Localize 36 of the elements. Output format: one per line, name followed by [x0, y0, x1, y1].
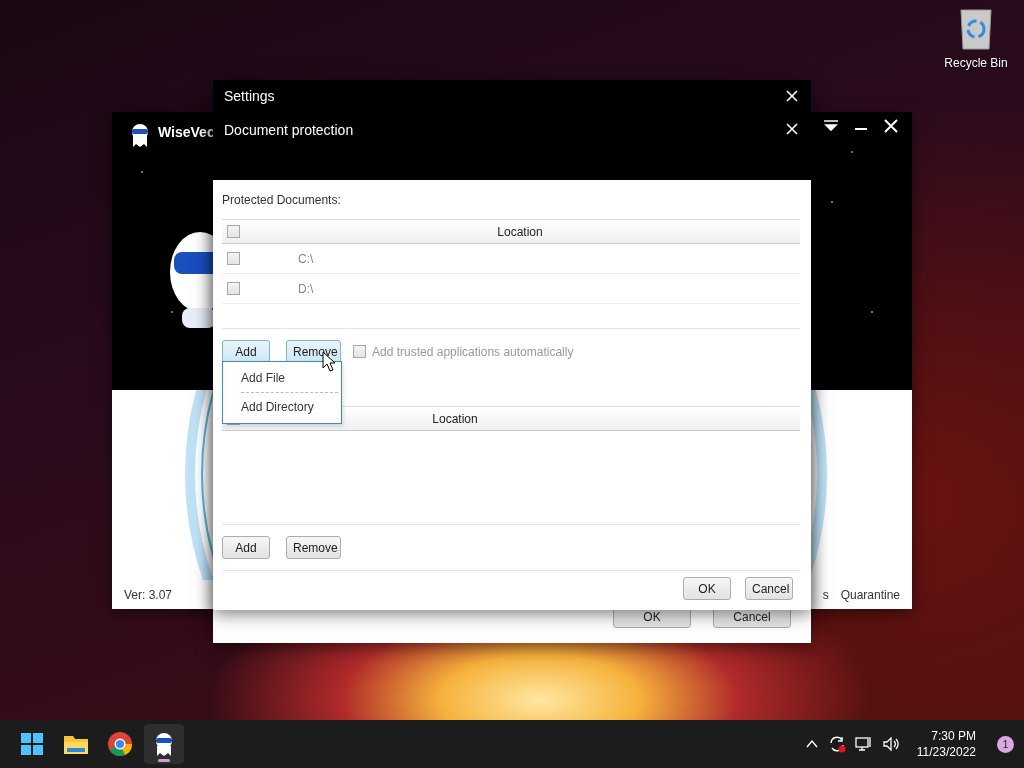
taskbar-button[interactable] [144, 724, 184, 764]
checkbox[interactable] [227, 282, 240, 295]
column-header: Location [431, 410, 479, 428]
menu-item[interactable]: Add Directory [223, 393, 341, 421]
dialog-title: Document protection [224, 121, 354, 140]
desktop-icon-label[interactable]: Recycle Bin [944, 54, 1008, 72]
sync-icon[interactable] [827, 735, 846, 753]
table-cell-text: C:\ [298, 250, 314, 268]
remove-button[interactable]: Remove [286, 536, 341, 559]
browser-icon [107, 731, 133, 757]
clock-time[interactable]: 7:30 PM [931, 728, 976, 744]
add-button[interactable]: Add [222, 536, 270, 559]
clock-date[interactable]: 11/23/2022 [916, 744, 976, 760]
robot-icon [130, 122, 150, 148]
close-icon [785, 89, 799, 103]
footer-link[interactable]: s [822, 586, 829, 604]
column-header: Location [496, 223, 544, 241]
table-cell-text: D:\ [298, 280, 314, 298]
footer-link[interactable]: Quarantine [840, 586, 900, 604]
add-button[interactable]: Add [222, 340, 270, 363]
checkbox-label: Add trusted applications automatically [372, 343, 574, 361]
app-title: WiseVec [158, 123, 215, 142]
section-label: Protected Documents: [222, 192, 342, 209]
ok-button[interactable]: OK [683, 577, 731, 600]
dialog-title: Settings [224, 86, 275, 106]
volume-icon[interactable] [881, 735, 900, 753]
notification-badge[interactable]: 1 [997, 735, 1014, 753]
checkbox[interactable] [227, 252, 240, 265]
start-icon [19, 731, 45, 757]
version-label: Ver: 3.07 [124, 587, 173, 604]
close-icon [785, 122, 799, 136]
menu-item[interactable]: Add File [223, 364, 341, 392]
checkbox[interactable] [227, 225, 240, 238]
cancel-button[interactable]: Cancel [745, 577, 793, 600]
recycle-bin-icon[interactable] [958, 8, 994, 50]
network-icon[interactable] [854, 735, 873, 753]
